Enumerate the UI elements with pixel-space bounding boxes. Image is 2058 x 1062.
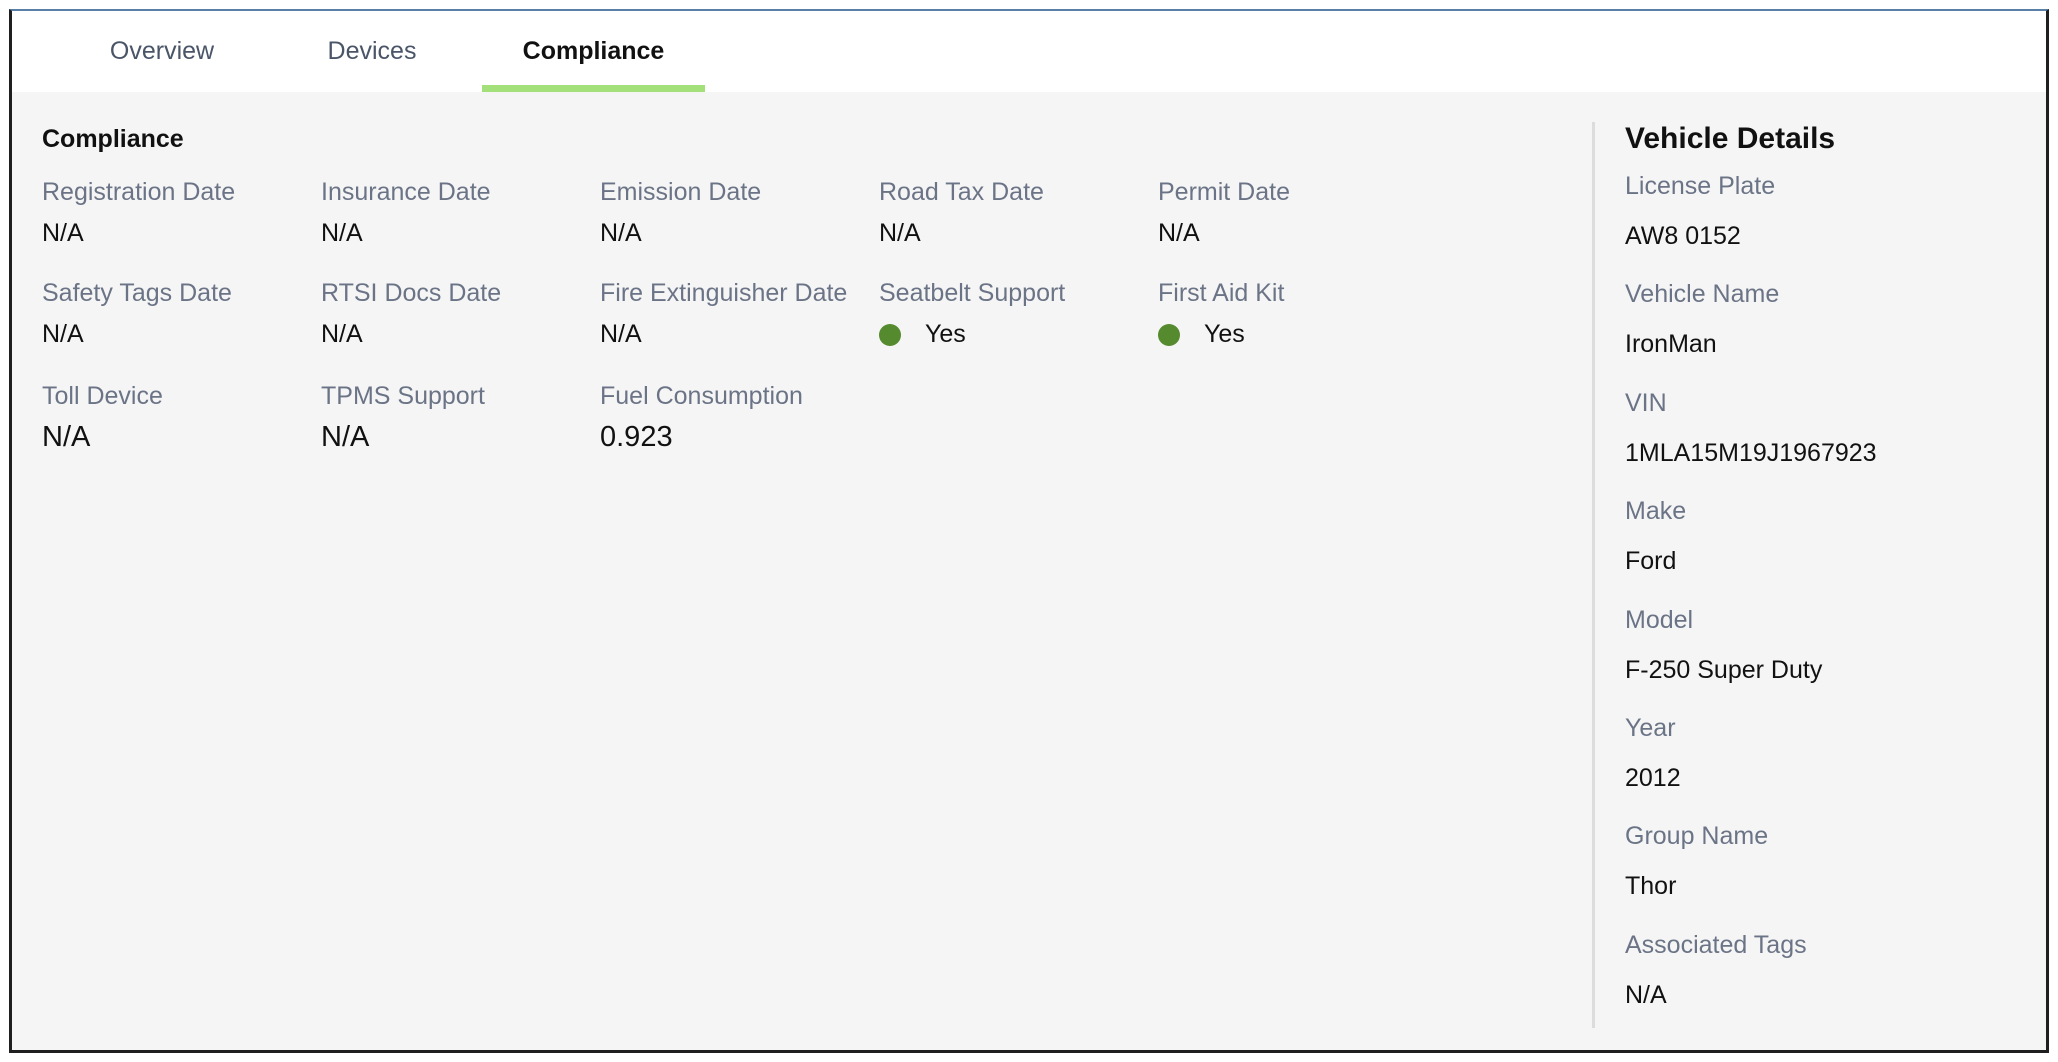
field-value: N/A [600,219,642,247]
divider [1592,122,1595,1028]
field-label: Permit Date [1158,178,1290,206]
field-fire-extinguisher-date: Fire Extinguisher Date N/A [600,279,875,349]
field-label: Seatbelt Support [879,279,1066,307]
field-label: Fire Extinguisher Date [600,279,848,307]
field-emission-date: Emission Date N/A [600,178,875,248]
field-value: N/A [42,219,84,247]
field-value: N/A [600,320,642,348]
field-registration-date: Registration Date N/A [42,178,317,248]
detail-label: Model [1625,606,1694,634]
detail-value: AW8 0152 [1625,222,1741,250]
field-label: Road Tax Date [879,178,1044,206]
field-safety-tags-date: Safety Tags Date N/A [42,279,317,349]
field-label: Toll Device [42,382,163,410]
field-label: TPMS Support [321,382,485,410]
status-dot-icon [879,323,901,346]
field-toll-device: Toll Device N/A [42,382,317,454]
field-value: N/A [321,421,370,453]
detail-label: VIN [1625,389,1667,417]
field-value: N/A [321,219,363,247]
field-value: N/A [42,320,84,348]
field-fuel-consumption: Fuel Consumption 0.923 [600,382,875,454]
field-label: Fuel Consumption [600,382,803,410]
detail-value: N/A [1625,981,1667,1009]
detail-year: Year 2012 [1625,714,2025,793]
field-label: Registration Date [42,178,236,206]
field-value: N/A [321,320,363,348]
detail-model: Model F-250 Super Duty [1625,606,2025,685]
detail-label: Vehicle Name [1625,280,1780,308]
vehicle-panel: Overview Devices Compliance Compliance R… [9,9,2049,1053]
field-value: N/A [1158,219,1200,247]
field-value: N/A [42,421,91,453]
detail-vehicle-name: Vehicle Name IronMan [1625,280,2025,359]
vehicle-details-title: Vehicle Details [1625,122,1836,155]
field-road-tax-date: Road Tax Date N/A [879,178,1154,248]
detail-value: 2012 [1625,764,1681,792]
detail-label: Group Name [1625,822,1769,850]
detail-license-plate: License Plate AW8 0152 [1625,172,2025,251]
field-label: Emission Date [600,178,762,206]
detail-make: Make Ford [1625,497,2025,576]
detail-value: 1MLA15M19J1967923 [1625,439,1877,467]
detail-vin: VIN 1MLA15M19J1967923 [1625,389,2025,468]
field-tpms-support: TPMS Support N/A [321,382,596,454]
tab-overview[interactable]: Overview [77,11,247,92]
detail-label: Associated Tags [1625,931,1807,959]
status-dot-icon [1158,323,1180,346]
detail-value: Ford [1625,547,1677,575]
tab-compliance[interactable]: Compliance [482,11,705,92]
field-label: RTSI Docs Date [321,279,502,307]
detail-label: Year [1625,714,1676,742]
detail-value: Thor [1625,872,1677,900]
field-insurance-date: Insurance Date N/A [321,178,596,248]
field-label: Insurance Date [321,178,491,206]
detail-value: F-250 Super Duty [1625,656,1823,684]
section-title: Compliance [42,125,184,153]
field-value: Yes [879,320,1154,349]
status-text: Yes [1204,320,1245,348]
field-label: First Aid Kit [1158,279,1285,307]
status-text: Yes [925,320,966,348]
field-label: Safety Tags Date [42,279,232,307]
detail-group-name: Group Name Thor [1625,822,2025,901]
tab-devices[interactable]: Devices [287,11,457,92]
field-permit-date: Permit Date N/A [1158,178,1433,248]
field-value: N/A [879,219,921,247]
field-value: Yes [1158,320,1433,349]
detail-value: IronMan [1625,330,1717,358]
field-seatbelt-support: Seatbelt Support Yes [879,279,1154,349]
tab-bar: Overview Devices Compliance [12,11,2046,92]
detail-label: Make [1625,497,1687,525]
field-value: 0.923 [600,421,673,453]
field-rtsi-docs-date: RTSI Docs Date N/A [321,279,596,349]
detail-label: License Plate [1625,172,1776,200]
field-first-aid-kit: First Aid Kit Yes [1158,279,1433,349]
compliance-content: Compliance Registration Date N/A Insuran… [12,92,2046,1050]
detail-associated-tags: Associated Tags N/A [1625,931,2025,1010]
